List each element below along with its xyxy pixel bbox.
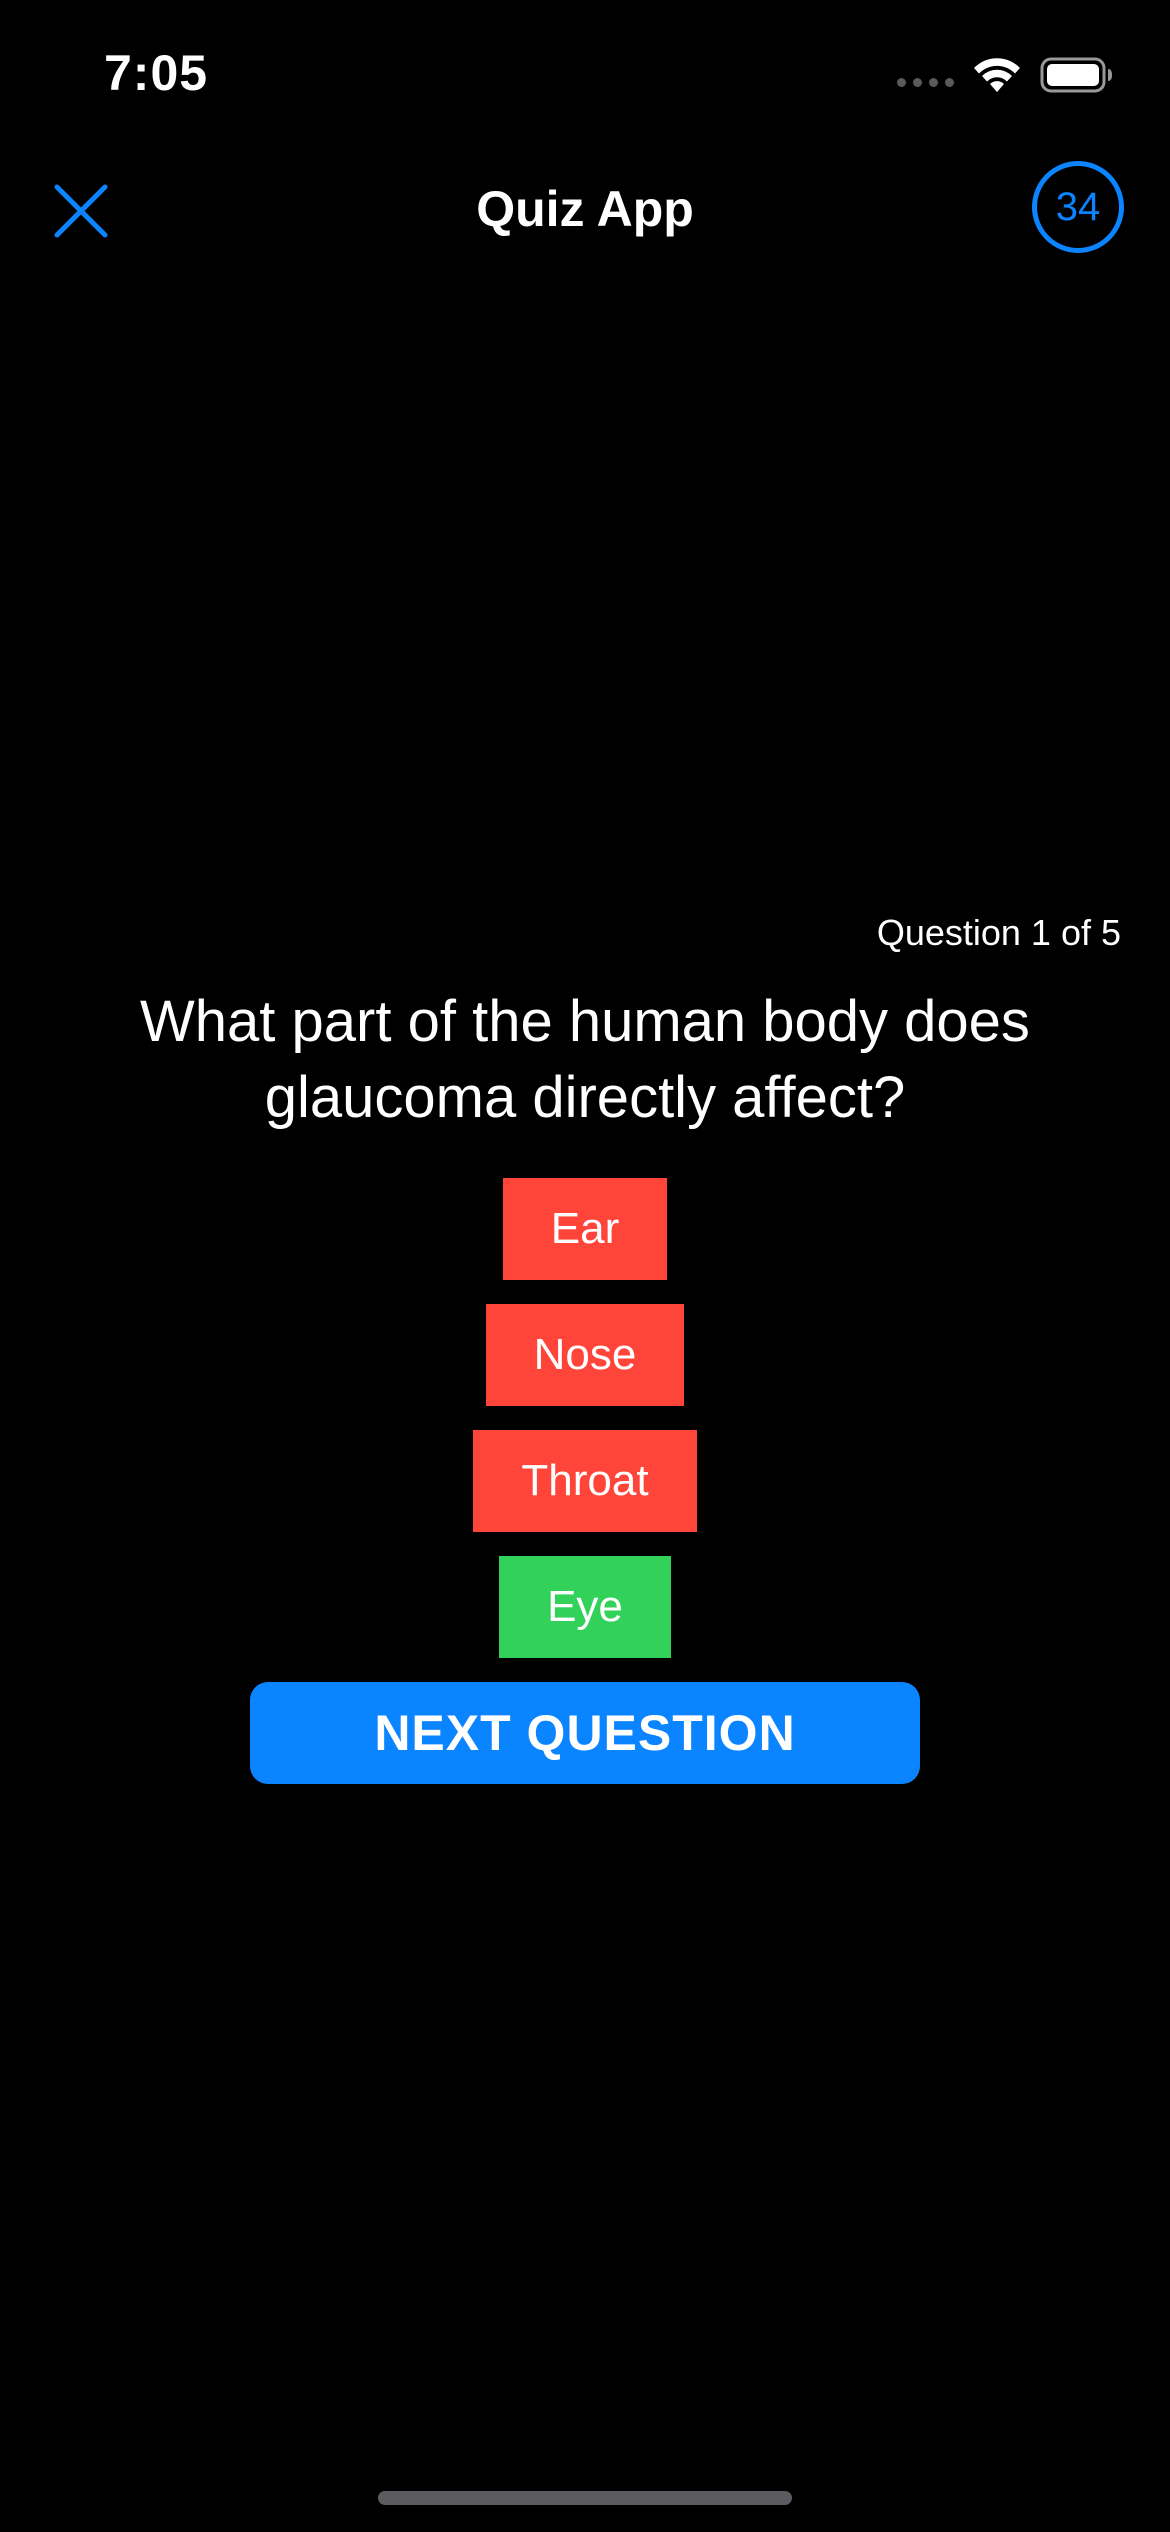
status-icons xyxy=(897,50,1114,100)
battery-icon xyxy=(1040,57,1112,93)
status-bar: 7:05 xyxy=(0,0,1170,140)
timer-badge: 34 xyxy=(1032,161,1124,253)
answer-button-ear[interactable]: Ear xyxy=(502,1178,668,1280)
status-time: 7:05 xyxy=(104,45,209,101)
question-counter: Question 1 of 5 xyxy=(876,912,1121,953)
answer-button-nose[interactable]: Nose xyxy=(485,1304,685,1406)
question-text: What part of the human body does glaucom… xyxy=(140,989,1030,1130)
wifi-icon xyxy=(974,58,1020,92)
answer-button-eye[interactable]: Eye xyxy=(499,1556,671,1658)
home-indicator[interactable] xyxy=(378,2491,792,2505)
page-title: Quiz App xyxy=(476,181,694,237)
answer-list: Ear Nose Throat Eye xyxy=(0,1178,1170,1658)
next-question-button[interactable]: NEXT QUESTION xyxy=(250,1682,920,1784)
cellular-signal-icon xyxy=(897,77,954,87)
nav-bar: Quiz App 34 xyxy=(0,150,1170,270)
answer-button-throat[interactable]: Throat xyxy=(473,1430,697,1532)
